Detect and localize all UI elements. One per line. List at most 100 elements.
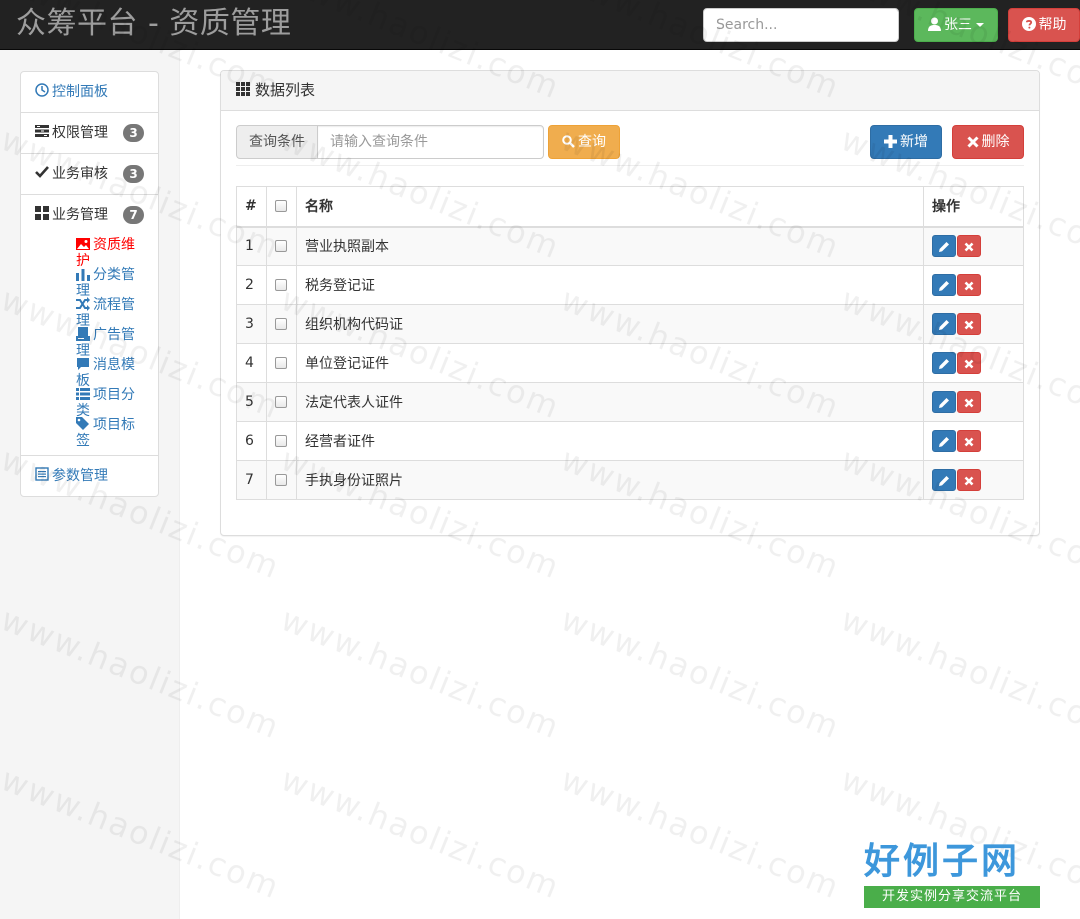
query-button[interactable]: 查询	[548, 125, 620, 159]
table-row: 4 单位登记证件	[236, 343, 1024, 383]
row-index: 5	[236, 382, 267, 422]
query-condition-input[interactable]	[317, 125, 544, 159]
sub-item-category[interactable]: 分类管理	[76, 267, 144, 299]
row-checkbox[interactable]	[275, 474, 287, 486]
row-name: 税务登记证	[296, 265, 924, 305]
sidebar-item-label: 业务管理	[52, 207, 108, 223]
delete-button-label: 删除	[981, 134, 1010, 150]
remove-icon	[964, 437, 974, 447]
user-menu-button[interactable]: 张三	[914, 8, 998, 42]
edit-button[interactable]	[932, 235, 956, 258]
delete-button[interactable]: 删除	[952, 125, 1024, 159]
row-ops	[923, 343, 1024, 383]
table-row: 3 组织机构代码证	[236, 304, 1024, 344]
plus-icon	[884, 135, 897, 148]
sidebar-item-dashboard[interactable]: 控制面板	[21, 72, 158, 113]
sub-item-qualification[interactable]: 资质维护	[76, 237, 144, 269]
remove-button[interactable]	[957, 235, 981, 258]
edit-button[interactable]	[932, 352, 956, 374]
column-header-index: #	[236, 186, 267, 228]
column-header-name: 名称	[296, 186, 924, 228]
comment-icon	[77, 358, 89, 370]
table-body: 1 营业执照副本 2 税务登记证 3 组织机构代码证 4 单位登记证件 5 法定代表人证件 6 经营者…	[236, 226, 1024, 500]
table-row: 7 手执身份证照片	[236, 460, 1024, 500]
column-header-select	[266, 186, 297, 228]
user-name: 张三	[944, 17, 972, 33]
th-icon	[236, 82, 250, 96]
pencil-icon	[938, 320, 949, 330]
sub-item-process[interactable]: 流程管理	[76, 297, 144, 329]
watermark-text: www.haolizi.com	[835, 600, 1080, 747]
row-name: 单位登记证件	[296, 343, 924, 383]
remove-icon	[964, 242, 974, 252]
row-checkbox[interactable]	[275, 357, 287, 369]
pencil-icon	[938, 359, 949, 369]
row-index: 6	[236, 421, 267, 461]
remove-icon	[964, 281, 974, 291]
row-ops	[923, 460, 1024, 500]
help-label: 帮助	[1038, 17, 1067, 33]
sidebar-item-label: 权限管理	[52, 125, 108, 141]
query-button-label: 查询	[578, 134, 606, 150]
logo-sub-text: 开发实例分享交流平台	[864, 886, 1040, 908]
sidebar-item-permissions[interactable]: 权限管理 3	[21, 113, 158, 154]
row-name: 营业执照副本	[296, 226, 924, 266]
remove-button[interactable]	[957, 352, 981, 374]
sub-item-project-tags[interactable]: 项目标签	[76, 417, 144, 449]
row-ops	[923, 304, 1024, 344]
help-button[interactable]: 帮助	[1008, 8, 1080, 42]
row-select-cell	[266, 265, 297, 305]
remove-button[interactable]	[957, 391, 981, 413]
add-button[interactable]: 新增	[870, 125, 942, 159]
row-name: 组织机构代码证	[296, 304, 924, 344]
remove-button[interactable]	[957, 274, 981, 296]
row-index: 1	[236, 226, 267, 266]
remove-button[interactable]	[957, 469, 981, 491]
edit-button[interactable]	[932, 469, 956, 491]
remove-icon	[964, 398, 974, 408]
pencil-icon	[938, 398, 949, 408]
row-ops	[923, 382, 1024, 422]
list-alt-icon	[35, 467, 49, 481]
table-row: 2 税务登记证	[236, 265, 1024, 305]
remove-button[interactable]	[957, 313, 981, 335]
user-icon	[928, 17, 941, 31]
row-select-cell	[266, 226, 297, 266]
edit-button[interactable]	[932, 391, 956, 413]
row-checkbox[interactable]	[275, 318, 287, 330]
sidebar-item-label: 参数管理	[52, 468, 108, 484]
remove-icon	[964, 476, 974, 486]
edit-button[interactable]	[932, 313, 956, 335]
row-index: 7	[236, 460, 267, 500]
table-header-row: # 名称 操作	[236, 186, 1024, 228]
search-input[interactable]	[703, 8, 899, 42]
row-select-cell	[266, 382, 297, 422]
pencil-icon	[938, 281, 949, 291]
remove-button[interactable]	[957, 430, 981, 452]
panel-title: 数据列表	[255, 81, 316, 99]
row-checkbox[interactable]	[275, 396, 287, 408]
row-checkbox[interactable]	[275, 435, 287, 447]
watermark-text: www.haolizi.com	[555, 600, 846, 747]
row-checkbox[interactable]	[275, 279, 287, 291]
sidebar-item-review[interactable]: 业务审核 3	[21, 154, 158, 195]
sidebar-item-params[interactable]: 参数管理	[21, 456, 158, 497]
row-name: 法定代表人证件	[296, 382, 924, 422]
remove-icon	[964, 359, 974, 369]
caret-down-icon	[976, 23, 984, 27]
app-title[interactable]: 众筹平台 - 资质管理	[16, 6, 291, 42]
sub-item-message-template[interactable]: 消息模板	[76, 357, 144, 389]
row-checkbox[interactable]	[275, 240, 287, 253]
row-index: 4	[236, 343, 267, 383]
count-badge: 7	[123, 206, 144, 224]
hdd-icon	[76, 327, 90, 341]
select-all-checkbox[interactable]	[275, 200, 287, 213]
sub-item-ads[interactable]: 广告管理	[76, 327, 144, 359]
watermark-text: www.haolizi.com	[555, 760, 846, 907]
logo-main-text: 好例子网	[864, 841, 1021, 882]
query-condition-addon: 查询条件	[236, 125, 318, 159]
edit-button[interactable]	[932, 430, 956, 452]
remove-icon	[966, 136, 979, 148]
edit-button[interactable]	[932, 274, 956, 296]
sub-item-project-category[interactable]: 项目分类	[76, 387, 144, 419]
